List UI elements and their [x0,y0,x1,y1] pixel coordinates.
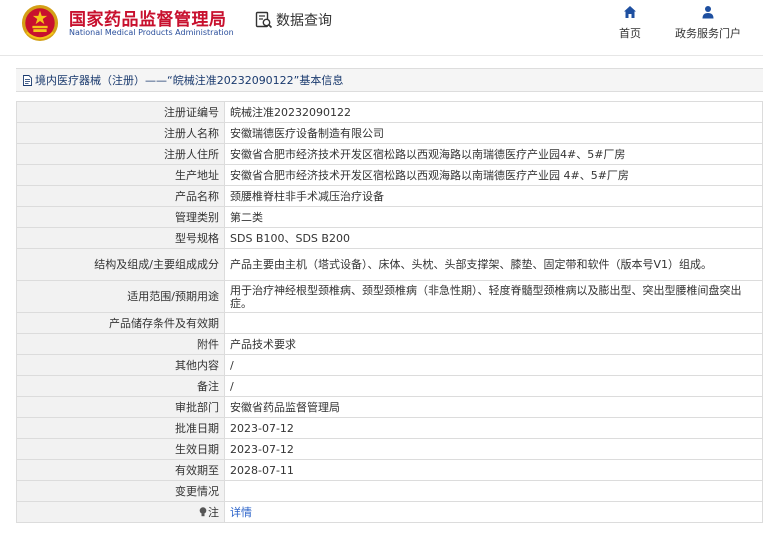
row-value: 产品技术要求 [224,333,763,355]
row-value: 用于治疗神经根型颈椎病、颈型颈椎病（非急性期）、轻度脊髓型颈椎病以及膨出型、突出… [224,280,763,313]
row-value: 安徽瑞德医疗设备制造有限公司 [224,122,763,144]
note-label: 注 [208,505,219,519]
table-row: 生产地址 安徽省合肥市经济技术开发区宿松路以西观海路以南瑞德医疗产业园 4#、5… [16,164,763,186]
lightbulb-icon [199,506,207,516]
breadcrumb-text: 境内医疗器械（注册）——“皖械注准20232090122”基本信息 [35,74,344,87]
row-value: 安徽省药品监督管理局 [224,396,763,418]
row-value [224,480,763,502]
table-row: 注册人住所 安徽省合肥市经济技术开发区宿松路以西观海路以南瑞德医疗产业园4#、5… [16,143,763,165]
note-value-cell: 详情 [224,501,763,523]
table-row: 变更情况 [16,480,763,502]
row-label: 注册人名称 [16,122,225,144]
row-label: 审批部门 [16,396,225,418]
row-label: 型号规格 [16,227,225,249]
row-value: 安徽省合肥市经济技术开发区宿松路以西观海路以南瑞德医疗产业园4#、5#厂房 [224,143,763,165]
table-row: 注册证编号 皖械注准20232090122 [16,101,763,123]
row-label: 注册人住所 [16,143,225,165]
table-row: 附件 产品技术要求 [16,333,763,355]
row-label: 管理类别 [16,206,225,228]
row-label: 变更情况 [16,480,225,502]
row-label: 备注 [16,375,225,397]
table-row: 审批部门 安徽省药品监督管理局 [16,396,763,418]
user-icon [702,6,714,19]
row-label: 产品名称 [16,185,225,207]
table-row: 批准日期 2023-07-12 [16,417,763,439]
details-link[interactable]: 详情 [230,506,252,519]
table-row: 其他内容 / [16,354,763,376]
row-value: 皖械注准20232090122 [224,101,763,123]
registration-detail-table: 注册证编号 皖械注准20232090122 注册人名称 安徽瑞德医疗设备制造有限… [16,101,763,523]
table-row: 有效期至 2028-07-11 [16,459,763,481]
row-label: 注册证编号 [16,101,225,123]
nav-home-label: 首页 [619,27,641,40]
national-emblem-logo [21,4,59,42]
row-value: / [224,375,763,397]
site-title-cn: 国家药品监督管理局 [69,10,227,30]
site-title-en: National Medical Products Administration [69,28,234,37]
nav-home[interactable]: 首页 [615,5,645,41]
note-label-cell: 注 [16,501,225,523]
row-label: 结构及组成/主要组成成分 [16,248,225,281]
data-query-icon [255,11,273,29]
row-value: 2023-07-12 [224,438,763,460]
breadcrumb: 境内医疗器械（注册）——“皖械注准20232090122”基本信息 [16,68,763,92]
row-value [224,312,763,334]
nav-service-portal[interactable]: 政务服务门户 [670,5,746,41]
data-query-label: 数据查询 [276,13,332,29]
row-value: 第二类 [224,206,763,228]
row-label: 批准日期 [16,417,225,439]
table-row: 适用范围/预期用途 用于治疗神经根型颈椎病、颈型颈椎病（非急性期）、轻度脊髓型颈… [16,280,763,313]
row-value: SDS B100、SDS B200 [224,227,763,249]
document-icon [23,74,32,86]
row-label: 生产地址 [16,164,225,186]
table-row: 产品储存条件及有效期 [16,312,763,334]
table-row: 管理类别 第二类 [16,206,763,228]
note-row: 注 详情 [16,501,763,523]
row-value: 颈腰椎脊柱非手术减压治疗设备 [224,185,763,207]
table-row: 型号规格 SDS B100、SDS B200 [16,227,763,249]
row-label: 其他内容 [16,354,225,376]
row-value: 安徽省合肥市经济技术开发区宿松路以西观海路以南瑞德医疗产业园 4#、5#厂房 [224,164,763,186]
table-row: 产品名称 颈腰椎脊柱非手术减压治疗设备 [16,185,763,207]
header-divider [0,55,763,56]
table-row: 结构及组成/主要组成成分 产品主要由主机（塔式设备）、床体、头枕、头部支撑架、膝… [16,248,763,281]
nav-service-portal-label: 政务服务门户 [675,27,741,40]
row-value: / [224,354,763,376]
row-value: 2023-07-12 [224,417,763,439]
row-value: 2028-07-11 [224,459,763,481]
row-value: 产品主要由主机（塔式设备）、床体、头枕、头部支撑架、膝垫、固定带和软件（版本号V… [224,248,763,281]
row-label: 有效期至 [16,459,225,481]
data-query-link[interactable]: 数据查询 [255,10,332,30]
table-row: 注册人名称 安徽瑞德医疗设备制造有限公司 [16,122,763,144]
table-row: 生效日期 2023-07-12 [16,438,763,460]
row-label: 产品储存条件及有效期 [16,312,225,334]
row-label: 附件 [16,333,225,355]
table-row: 备注 / [16,375,763,397]
home-icon [624,6,636,18]
row-label: 生效日期 [16,438,225,460]
row-label: 适用范围/预期用途 [16,280,225,313]
site-header: 国家药品监督管理局 National Medical Products Admi… [0,0,763,56]
